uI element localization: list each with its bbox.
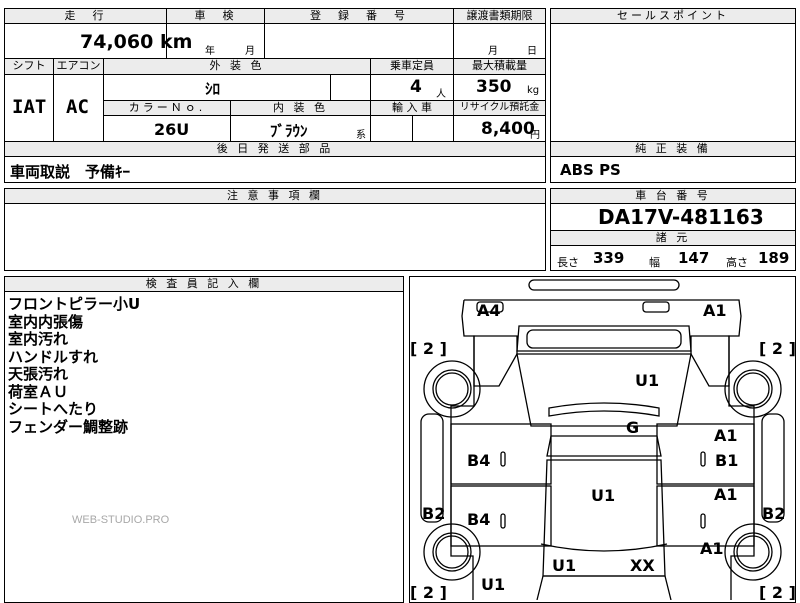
exterior-color-value: ｼﾛ — [205, 80, 221, 98]
shaken-month-unit: 月 — [245, 46, 255, 57]
mark-u1-bottom: U1 — [481, 575, 505, 594]
capacity-value: 4 — [410, 77, 422, 97]
transfer-day-unit: 日 — [527, 46, 537, 57]
import-cell — [370, 115, 413, 142]
aircon-header: エアコン — [53, 58, 104, 75]
shaken-year-unit: 年 — [205, 46, 215, 57]
mark-tire-rear-left: [ 2 ] — [410, 583, 447, 600]
notes-header: 注 意 事 項 欄 — [4, 188, 546, 204]
inspector-note: シートへたり — [8, 400, 99, 418]
shift-header: シフト — [4, 58, 54, 75]
color-no-value: 26U — [154, 120, 190, 139]
capacity-unit: 人 — [436, 89, 446, 100]
inspector-note: フェンダー鯛整跡 — [8, 417, 129, 436]
interior-color-header: 内 装 色 — [230, 100, 371, 116]
sales-point-header: セールスポイント — [550, 8, 796, 24]
width-label: 幅 — [649, 256, 660, 269]
inspector-note: 荷室ＡＵ — [8, 382, 69, 401]
chassis-number-header: 車 台 番 号 — [550, 188, 796, 204]
length-value: 339 — [593, 249, 625, 267]
front-left-fender — [473, 335, 518, 387]
height-label: 高さ — [726, 256, 748, 269]
mark-a1-right-3: A1 — [700, 539, 724, 558]
later-parts-value: 車両取説 予備ｷｰ — [10, 163, 131, 181]
damage-diagram: A4 A1 [ 2 ] [ 2 ] U1 G A1 B1 B4 U1 A1 B2… — [410, 279, 796, 600]
mark-u1-center: U1 — [591, 486, 615, 505]
mark-tire-front-left: [ 2 ] — [410, 339, 447, 358]
interior-color-value: ﾌﾞﾗｳﾝ — [270, 122, 308, 140]
chassis-number-value: DA17V-481163 — [598, 205, 764, 229]
inspector-notes-list: フロントピラー小U 室内内張傷 室内汚れ ハンドルすれ 天張汚れ 荷室ＡＵ シー… — [8, 295, 141, 436]
import-cell-2 — [412, 115, 454, 142]
mileage-header: 走 行 — [4, 8, 167, 24]
recycle-unit: 円 — [530, 130, 540, 141]
genuine-equipment-header: 純 正 装 備 — [550, 141, 796, 157]
transfer-month-unit: 月 — [488, 46, 498, 57]
front-panel-shape — [516, 353, 692, 427]
mark-b2-right: B2 — [762, 504, 785, 523]
watermark: WEB-STUDIO.PRO — [72, 514, 170, 526]
interior-color-suffix: 系 — [356, 130, 366, 141]
color-no-header: カラーＮｏ. — [103, 100, 231, 116]
mark-tire-rear-right: [ 2 ] — [759, 583, 796, 600]
mark-a4: A4 — [477, 301, 501, 320]
recycle-header: リサイクル預託金 — [453, 100, 546, 116]
mark-u1-rear: U1 — [552, 556, 576, 575]
length-label: 長さ — [557, 256, 579, 269]
mark-xx: XX — [630, 556, 655, 575]
dimensions-header: 諸 元 — [550, 230, 796, 246]
mark-u1-front: U1 — [635, 371, 659, 390]
inspector-note: フロントピラー小U — [8, 295, 141, 313]
exterior-color-sub-cell — [330, 74, 371, 101]
width-value: 147 — [678, 249, 710, 267]
inspector-note: 室内内張傷 — [8, 312, 84, 331]
registration-cell — [264, 23, 454, 59]
mark-b4-left-1: B4 — [467, 451, 490, 470]
max-load-header: 最大積載量 — [453, 58, 546, 75]
front-bumper-shape — [528, 279, 680, 291]
inspector-note: ハンドルすれ — [8, 347, 99, 366]
registration-header: 登 録 番 号 — [264, 8, 454, 24]
mark-b4-left-2: B4 — [467, 510, 490, 529]
max-load-unit: kg — [527, 85, 540, 96]
inspector-note: 天張汚れ — [8, 365, 69, 383]
roof-front-shape — [546, 435, 662, 457]
transfer-deadline-header: 譲渡書類期限 — [453, 8, 546, 24]
mark-b1-right: B1 — [715, 451, 738, 470]
mark-a1-top: A1 — [703, 301, 727, 320]
aircon-value: AC — [66, 96, 89, 118]
shaken-header: 車 検 — [166, 8, 265, 24]
later-parts-header: 後 日 発 送 部 品 — [4, 141, 546, 157]
mark-a1-right-2: A1 — [714, 485, 738, 504]
notes-cell — [4, 203, 546, 271]
mark-a1-right-1: A1 — [714, 426, 738, 445]
headlight-right-shape — [642, 301, 670, 313]
front-right-fender — [690, 335, 730, 387]
sales-point-cell — [550, 23, 796, 142]
inspector-notes-header: 検 査 員 記 入 欄 — [4, 276, 404, 292]
import-header: 輸 入 車 — [370, 100, 454, 116]
mark-g: G — [626, 418, 639, 437]
capacity-header: 乗車定員 — [370, 58, 454, 75]
exterior-color-header: 外 装 色 — [103, 58, 371, 75]
front-window-shape — [548, 402, 660, 417]
recycle-value: 8,400 — [481, 119, 535, 139]
max-load-value: 350 — [476, 77, 512, 97]
mark-tire-front-right: [ 2 ] — [759, 339, 796, 358]
inspector-note: 室内汚れ — [8, 330, 69, 348]
mark-b2-left: B2 — [422, 504, 445, 523]
shift-value: IAT — [12, 96, 47, 118]
genuine-equipment-value: ABS PS — [560, 161, 621, 179]
height-value: 189 — [758, 249, 790, 267]
